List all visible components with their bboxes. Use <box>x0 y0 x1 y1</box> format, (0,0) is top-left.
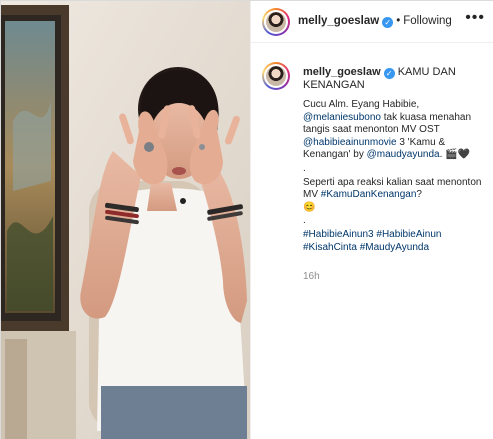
mention-link[interactable]: @melaniesubono <box>303 112 381 123</box>
hashtags-link[interactable]: #HabibieAinun3 #HabibieAinun #KisahCinta… <box>303 229 489 254</box>
post-timestamp[interactable]: 16h <box>303 271 320 282</box>
following-button[interactable]: Following <box>403 15 452 27</box>
separator-dot: • <box>396 15 401 27</box>
caption-paragraph: Cucu Alm. Eyang Habibie, @melaniesubono t… <box>303 99 489 162</box>
caption-username-link[interactable]: melly_goeslaw <box>303 66 381 78</box>
verified-badge-icon: ✓ <box>382 17 394 28</box>
smile-emoji: 😊 <box>303 201 316 213</box>
post-header: melly_goeslaw ✓ • Following ••• <box>251 1 493 43</box>
verified-badge-icon: ✓ <box>383 68 395 79</box>
mention-link[interactable]: @maudyayunda <box>367 149 440 160</box>
video-still-image <box>1 1 250 439</box>
caption-avatar[interactable] <box>262 62 290 90</box>
username-link[interactable]: melly_goeslaw <box>298 15 379 27</box>
more-options-icon[interactable]: ••• <box>465 10 485 26</box>
post-video[interactable] <box>1 1 250 439</box>
caption-text: Cucu Alm. Eyang Habibie, <box>303 99 420 110</box>
mention-link[interactable]: @habibieainunmovie <box>303 137 397 148</box>
caption-question: Seperti apa reaksi kalian saat menonton … <box>303 177 489 215</box>
caption-body: Cucu Alm. Eyang Habibie, @melaniesubono t… <box>303 99 489 255</box>
avatar[interactable] <box>262 8 290 36</box>
header-name-line: melly_goeslaw ✓ • Following <box>298 15 452 28</box>
caption-dot: . <box>303 162 306 174</box>
caption-title: melly_goeslaw ✓ KAMU DAN KENANGAN <box>303 66 489 92</box>
hashtag-link[interactable]: #KamuDanKenangan <box>321 189 417 200</box>
caption-dot: . <box>303 215 306 227</box>
caption-text: ? <box>416 189 422 201</box>
instagram-post: melly_goeslaw ✓ • Following ••• melly_goesl… <box>0 0 493 439</box>
post-details-panel: melly_goeslaw ✓ • Following ••• melly_goesl… <box>250 1 493 439</box>
caption-emoji: . 🎬🖤 <box>439 149 471 161</box>
